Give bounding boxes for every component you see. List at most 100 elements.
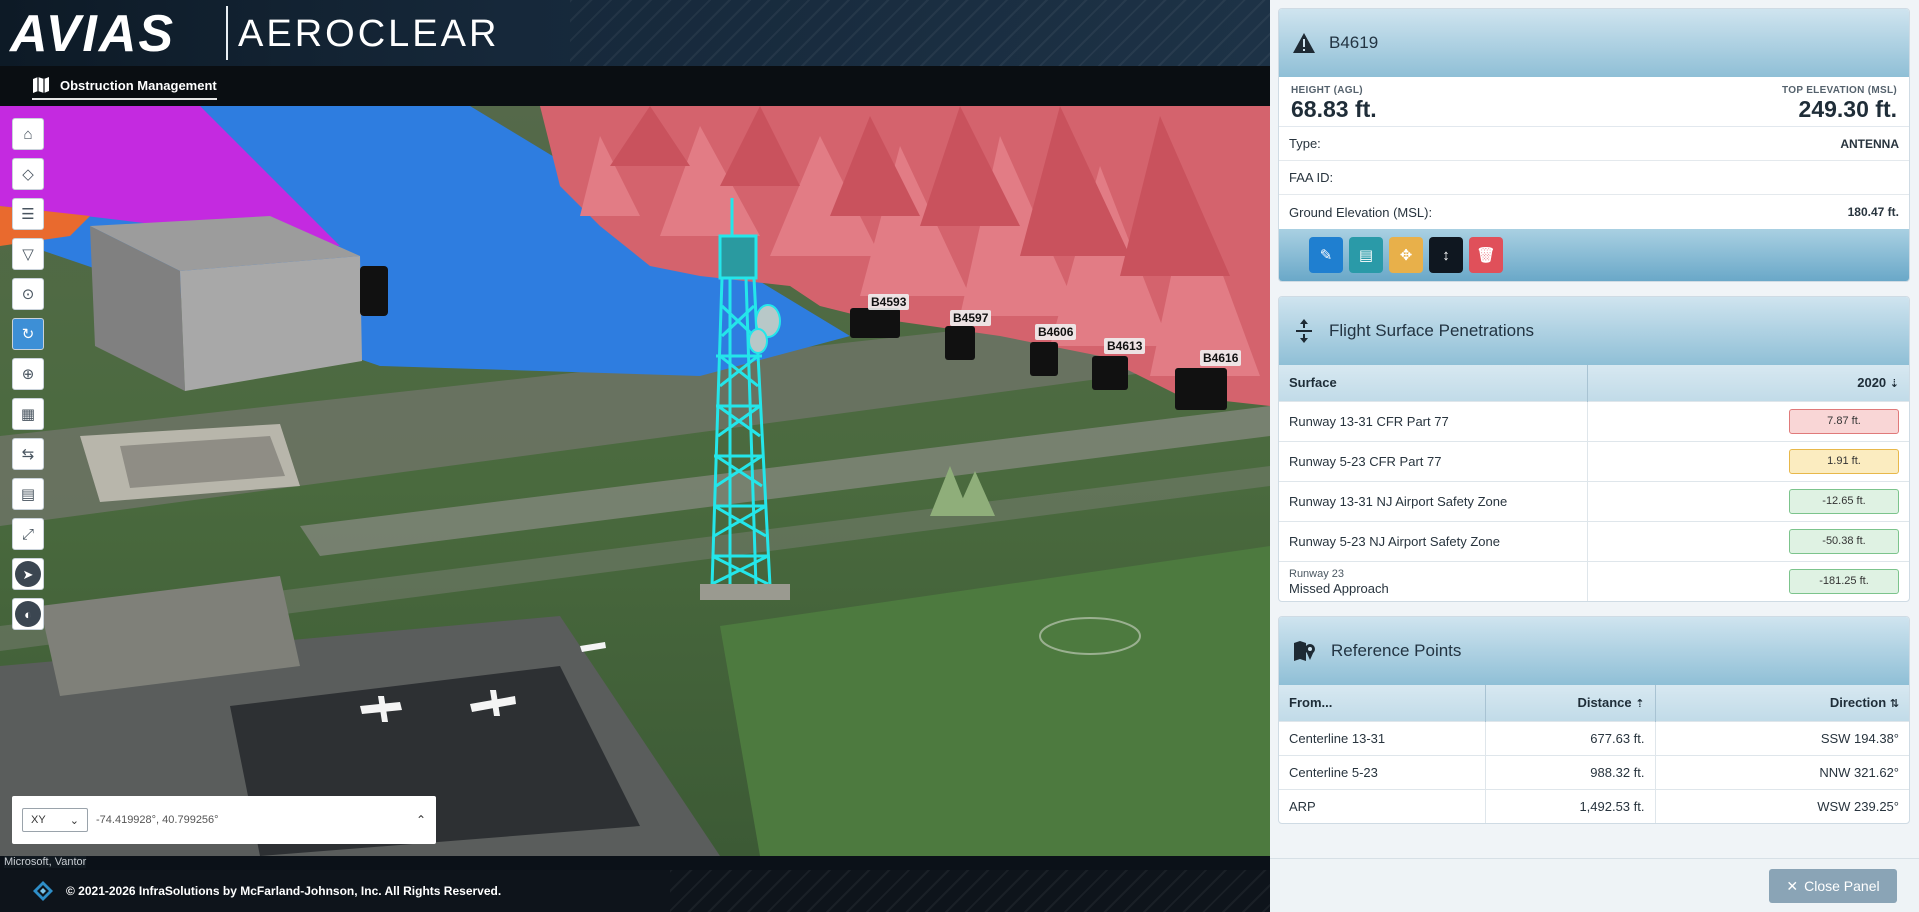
direction-cell: NNW 321.62°	[1655, 754, 1909, 789]
penetrations-title: Flight Surface Penetrations	[1329, 321, 1535, 340]
logo-text: AVIAS	[10, 5, 176, 63]
filter-button[interactable]: ▽	[12, 238, 44, 270]
compass-button[interactable]: ➤	[12, 558, 44, 590]
coordinate-readout: -74.419928°, 40.799256°	[96, 814, 219, 826]
direction-column-header[interactable]: Direction ⇅	[1655, 685, 1909, 721]
map-pin-icon	[1294, 641, 1315, 661]
home-button[interactable]: ⌂	[12, 118, 44, 150]
penetrations-card-header: Flight Surface Penetrations	[1279, 297, 1909, 365]
type-label: Type:	[1289, 136, 1321, 151]
distance-cell: 677.63 ft.	[1485, 720, 1656, 755]
from-cell: Centerline 5-23	[1279, 754, 1486, 789]
table-row[interactable]: Centerline 5-23 988.32 ft. NNW 321.62°	[1279, 754, 1909, 789]
map-attribution: Microsoft, Vantor	[4, 856, 87, 868]
qr-icon: ▦	[20, 405, 36, 423]
direction-label: Direction	[1829, 695, 1887, 711]
refresh-button[interactable]: ↻	[12, 318, 44, 350]
table-row[interactable]: Runway 5-23 CFR Part 77 1.91 ft.	[1279, 440, 1909, 481]
penetration-cell: 7.87 ft.	[1587, 400, 1909, 441]
chevron-down-icon: ⌄	[69, 814, 79, 827]
close-panel-label: Close Panel	[1804, 878, 1880, 894]
distance-column-header[interactable]: Distance ⇡	[1485, 685, 1656, 721]
table-row[interactable]: Centerline 13-31 677.63 ft. SSW 194.38°	[1279, 720, 1909, 755]
edit-button[interactable]: ✎	[1309, 237, 1343, 273]
measure-button[interactable]: ⇆	[12, 438, 44, 470]
logo-divider	[226, 6, 228, 60]
file-button[interactable]: ▤	[1349, 237, 1383, 273]
panel-scroll[interactable]: B4619 HEIGHT (AGL) 68.83 ft. TOP ELEVATI…	[1278, 8, 1910, 858]
delete-button[interactable]: 🗑	[1469, 237, 1503, 273]
delete-icon: 🗑	[1476, 247, 1496, 264]
surface-name: Missed Approach	[1289, 580, 1389, 596]
map-label-obstruction[interactable]: B4597	[950, 310, 992, 326]
height-value: 68.83 ft.	[1291, 96, 1377, 122]
penetration-cell: -181.25 ft.	[1587, 560, 1909, 601]
penetration-value-badge: -12.65 ft.	[1789, 488, 1899, 514]
penetration-value-badge: -181.25 ft.	[1789, 568, 1899, 594]
map-label-obstruction[interactable]: B4616	[1200, 350, 1242, 366]
app-title: AEROCLEAR	[238, 13, 500, 55]
nav-bar: Obstruction Management	[0, 66, 1270, 106]
from-cell: ARP	[1279, 788, 1486, 823]
layers-button[interactable]: ◇	[12, 158, 44, 190]
move-icon: ✥	[1399, 247, 1413, 264]
penetration-value-badge: -50.38 ft.	[1789, 528, 1899, 554]
coord-system-value: XY	[31, 814, 46, 826]
ground-elevation-value: 180.47 ft.	[1847, 205, 1899, 219]
table-row[interactable]: Runway 23 Missed Approach -181.25 ft.	[1279, 560, 1909, 601]
document-button[interactable]: ▤	[12, 478, 44, 510]
table-row[interactable]: Runway 5-23 NJ Airport Safety Zone -50.38…	[1279, 520, 1909, 561]
penetration-value-badge: 1.91 ft.	[1789, 448, 1899, 474]
map-view[interactable]: B4593 B4597 B4606 B4613 B4616	[0, 106, 1270, 856]
surface-column-header[interactable]: Surface	[1279, 365, 1588, 401]
type-value: ANTENNA	[1840, 136, 1899, 151]
height-button[interactable]: ↕	[1429, 237, 1463, 273]
fullscreen-button[interactable]: ⤢	[12, 518, 44, 550]
table-row[interactable]: Runway 13-31 NJ Airport Safety Zone -12.6…	[1279, 480, 1909, 521]
table-row[interactable]: ARP 1,492.53 ft. WSW 239.25°	[1279, 788, 1909, 823]
reference-card: Reference Points From... Distance ⇡ Dire…	[1278, 616, 1910, 824]
obstruction-id: B4619	[1329, 33, 1379, 52]
home-icon: ⌂	[23, 125, 33, 143]
sort-desc-icon: ⇣	[1889, 378, 1899, 391]
obstruction-card-header: B4619	[1279, 9, 1909, 77]
surface-cell: Runway 13-31 NJ Airport Safety Zone	[1279, 480, 1588, 521]
app-logo[interactable]: AVIAS	[10, 8, 175, 60]
close-icon: ✕	[1786, 877, 1799, 894]
distance-cell: 988.32 ft.	[1485, 754, 1656, 789]
obstruction-stats: HEIGHT (AGL) 68.83 ft. TOP ELEVATION (MS…	[1279, 77, 1909, 127]
tab-label: Obstruction Management	[60, 77, 217, 93]
warning-icon	[1293, 33, 1315, 53]
map-scene	[0, 106, 1270, 856]
header-pattern	[570, 0, 1270, 66]
map-label-obstruction[interactable]: B4593	[868, 294, 910, 310]
map-label-obstruction[interactable]: B4613	[1104, 338, 1146, 354]
table-header-row: From... Distance ⇡ Direction ⇅	[1279, 685, 1909, 721]
list-button[interactable]: ☰	[12, 198, 44, 230]
height-stat: HEIGHT (AGL) 68.83 ft.	[1291, 85, 1377, 122]
add-location-icon: ⊕	[21, 365, 35, 383]
file-icon: ▤	[1358, 247, 1374, 264]
close-panel-button[interactable]: ✕ Close Panel	[1769, 869, 1897, 903]
table-row[interactable]: Runway 13-31 CFR Part 77 7.87 ft.	[1279, 400, 1909, 441]
ground-elevation-label: Ground Elevation (MSL):	[1289, 204, 1433, 220]
map-label-obstruction[interactable]: B4606	[1035, 324, 1077, 340]
zoom-search-button[interactable]: ⊙	[12, 278, 44, 310]
height-icon: ↕	[1442, 246, 1450, 264]
surface-name: Runway 13-31 CFR Part 77	[1289, 413, 1449, 429]
globe-button[interactable]: ◐	[12, 598, 44, 630]
distance-cell: 1,492.53 ft.	[1485, 788, 1656, 823]
qr-button[interactable]: ▦	[12, 398, 44, 430]
coord-system-select[interactable]: XY ⌄	[22, 808, 88, 832]
distance-label: Distance	[1577, 695, 1632, 711]
year-column-header[interactable]: 2020 ⇣	[1587, 365, 1909, 401]
from-column-header[interactable]: From...	[1279, 685, 1486, 721]
surface-cell: Runway 5-23 CFR Part 77	[1279, 440, 1588, 481]
add-location-button[interactable]: ⊕	[12, 358, 44, 390]
penetrations-table: Surface 2020 ⇣ Runway 13-31 CFR Part 77 7…	[1279, 365, 1909, 601]
move-button[interactable]: ✥	[1389, 237, 1423, 273]
obstruction-actions: ✎ ▤ ✥ ↕ 🗑	[1279, 229, 1909, 281]
tab-obstruction-management[interactable]: Obstruction Management	[32, 76, 217, 100]
globe-icon: ◐	[15, 601, 41, 627]
chevron-up-icon[interactable]: ⌃	[416, 813, 426, 827]
